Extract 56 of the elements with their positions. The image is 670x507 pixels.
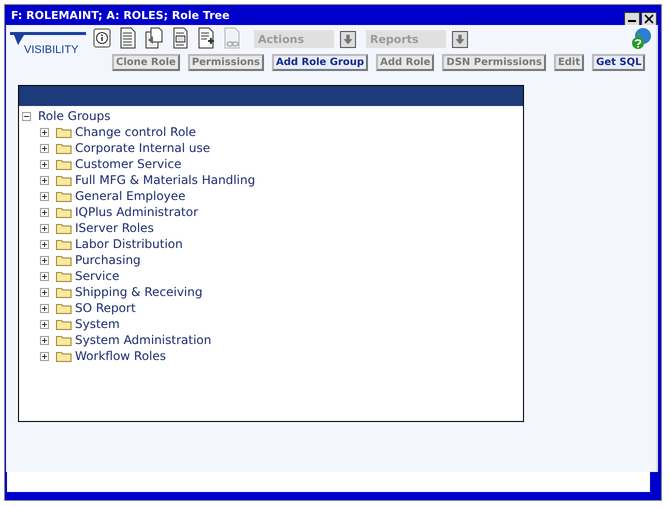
window-title: F: ROLEMAINT; A: ROLES; Role Tree <box>11 8 230 22</box>
minimize-button[interactable] <box>624 12 640 26</box>
tree-item[interactable]: Workflow Roles <box>75 349 166 363</box>
tree-item[interactable]: Full MFG & Materials Handling <box>75 173 256 187</box>
expand-icon[interactable] <box>40 272 49 280</box>
folder-icon <box>56 238 72 250</box>
expand-icon[interactable] <box>40 288 49 296</box>
tree-item[interactable]: General Employee <box>75 189 186 203</box>
action-button[interactable]: Get SQL <box>592 54 646 71</box>
tree-item[interactable]: Shipping & Receiving <box>75 285 202 299</box>
folder-icon <box>56 142 72 154</box>
tree-item[interactable]: Customer Service <box>75 157 182 171</box>
expand-icon[interactable] <box>40 336 49 344</box>
tree-item[interactable]: System Administration <box>75 333 212 347</box>
tree-item[interactable]: Purchasing <box>75 253 141 267</box>
tree-item[interactable]: System <box>75 317 120 331</box>
folder-icon <box>56 334 72 346</box>
folder-icon <box>56 222 72 234</box>
close-button[interactable] <box>641 12 657 26</box>
collapse-icon[interactable] <box>22 112 31 120</box>
expand-icon[interactable] <box>40 304 49 312</box>
close-icon <box>644 14 654 24</box>
expand-icon[interactable] <box>40 144 49 152</box>
folder-icon <box>56 126 72 138</box>
tree-item[interactable]: Service <box>75 269 120 283</box>
folder-icon <box>56 174 72 186</box>
expand-icon[interactable] <box>40 208 49 216</box>
tree-item[interactable]: Corporate Internal use <box>75 141 210 155</box>
tree-root[interactable]: Role Groups <box>38 109 110 123</box>
help-icon[interactable] <box>630 27 652 51</box>
tree-item[interactable]: Labor Distribution <box>75 237 183 251</box>
action-button[interactable]: Add Role Group <box>272 54 368 71</box>
folder-icon <box>56 254 72 266</box>
folder-icon <box>56 318 72 330</box>
folder-icon <box>56 270 72 282</box>
folder-icon <box>56 286 72 298</box>
folder-icon <box>56 302 72 314</box>
expand-icon[interactable] <box>40 352 49 360</box>
folder-icon <box>56 206 72 218</box>
tree-item[interactable]: SO Report <box>75 301 136 315</box>
tree-item[interactable]: IServer Roles <box>75 221 154 235</box>
tree-item[interactable]: Change control Role <box>75 125 196 139</box>
expand-icon[interactable] <box>40 224 49 232</box>
tree-item[interactable]: IQPlus Administrator <box>75 205 198 219</box>
expand-icon[interactable] <box>40 160 49 168</box>
folder-icon <box>56 190 72 202</box>
logo-icon <box>10 31 86 45</box>
expand-icon[interactable] <box>40 176 49 184</box>
expand-icon[interactable] <box>40 256 49 264</box>
expand-icon[interactable] <box>40 128 49 136</box>
expand-icon[interactable] <box>40 320 49 328</box>
expand-icon[interactable] <box>40 240 49 248</box>
logo-text: VISIBILITY <box>24 44 78 56</box>
folder-icon <box>56 350 72 362</box>
expand-icon[interactable] <box>40 192 49 200</box>
folder-icon <box>56 158 72 170</box>
